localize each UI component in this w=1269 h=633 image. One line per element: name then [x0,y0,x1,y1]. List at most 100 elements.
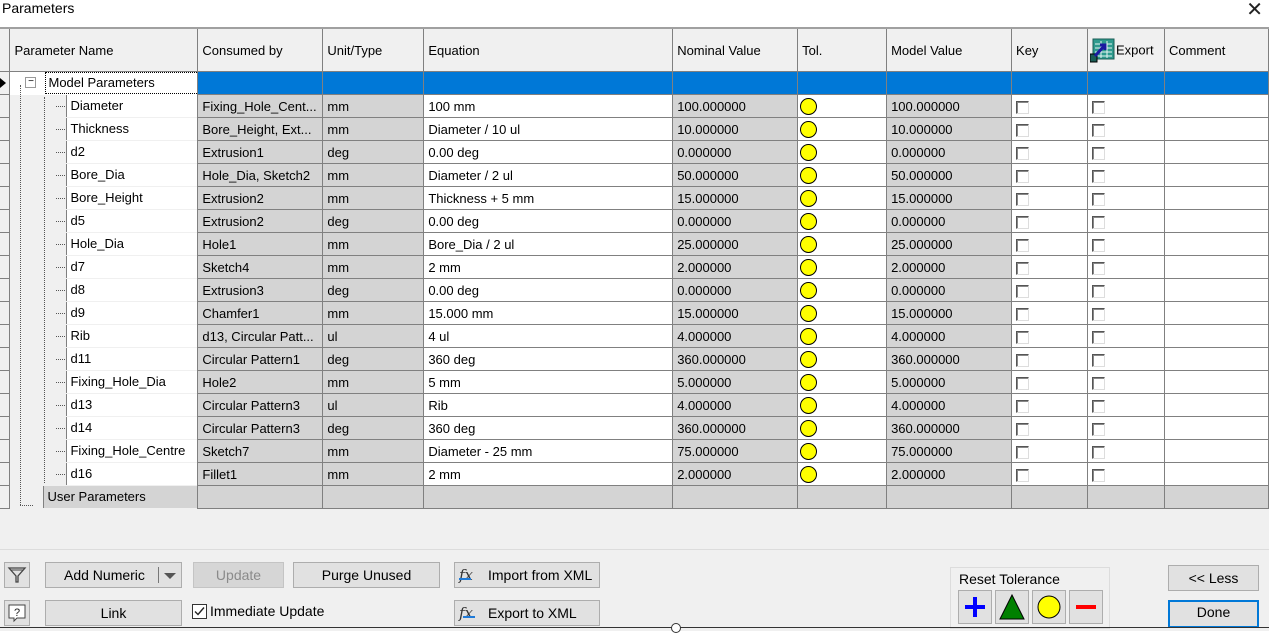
column-header-consumed-by[interactable]: Consumed by [197,29,324,72]
row-header[interactable] [0,209,11,233]
parameter-name-cell[interactable]: Hole_Dia [9,232,198,256]
parameter-name-cell[interactable]: Bore_Dia [9,163,198,187]
parameter-row[interactable]: Bore_Dia Hole_Dia, Sketch2 mm Diameter / 2 … [0,163,1269,187]
parameter-name-cell[interactable]: d8 [9,278,198,302]
group-row-user-parameters[interactable]: User Parameters [0,485,1269,509]
purge-unused-button[interactable]: Purge Unused [293,562,440,588]
export-checkbox[interactable] [1091,307,1105,321]
tolerance-cell[interactable] [797,94,888,118]
export-checkbox[interactable] [1091,284,1105,298]
import-xml-button[interactable]: fx Import from XML [454,562,600,588]
parameter-name-cell[interactable]: d2 [9,140,198,164]
row-header[interactable] [0,393,11,417]
comment-cell[interactable] [1163,301,1269,325]
equation-cell[interactable]: 0.00 deg [423,278,674,302]
parameter-name-cell[interactable]: Thickness [9,117,198,141]
reset-tolerance-lower-button[interactable] [1069,590,1103,624]
less-button[interactable]: << Less [1168,565,1259,591]
link-button[interactable]: Link [45,600,182,626]
key-cell[interactable] [1011,416,1088,440]
equation-cell[interactable]: Rib [423,393,674,417]
equation-cell[interactable]: 5 mm [423,370,674,394]
export-cell[interactable] [1086,186,1165,210]
key-checkbox[interactable] [1016,169,1030,183]
parameter-name[interactable]: d14 [66,416,198,439]
equation-cell[interactable]: 2 mm [423,255,674,279]
parameter-row[interactable]: d8 Extrusion3 deg 0.00 deg 0.000000 0.000000 [0,278,1269,302]
export-cell[interactable] [1086,416,1165,440]
parameter-name[interactable]: Fixing_Hole_Dia [66,370,198,393]
equation-cell[interactable]: Diameter / 2 ul [423,163,674,187]
parameter-row[interactable]: Fixing_Hole_Centre Sketch7 mm Diameter - 25… [0,439,1269,463]
reset-tolerance-upper-button[interactable] [958,590,992,624]
unit-type-cell[interactable]: mm [322,94,425,118]
tolerance-nominal-icon[interactable] [800,396,818,414]
key-cell[interactable] [1011,255,1088,279]
unit-type-cell[interactable]: mm [322,186,425,210]
parameter-row[interactable]: Thickness Bore_Height, Ext... mm Diameter /… [0,117,1269,141]
column-header-key[interactable]: Key [1011,29,1088,72]
parameter-row[interactable]: d16 Fillet1 mm 2 mm 2.000000 2.000000 [0,462,1269,486]
export-checkbox[interactable] [1091,169,1105,183]
row-header[interactable] [0,186,11,210]
comment-cell[interactable] [1163,186,1269,210]
export-checkbox[interactable] [1091,261,1105,275]
reset-tolerance-nominal-button[interactable] [1032,590,1066,624]
key-checkbox[interactable] [1016,376,1030,390]
add-numeric-button[interactable]: Add Numeric [45,562,182,588]
row-header[interactable] [0,439,11,463]
tolerance-nominal-icon[interactable] [800,350,818,368]
tolerance-nominal-icon[interactable] [800,258,818,276]
row-header[interactable] [0,416,11,440]
key-cell[interactable] [1011,232,1088,256]
tolerance-nominal-icon[interactable] [800,442,818,460]
export-checkbox[interactable] [1091,238,1105,252]
parameter-name-cell[interactable]: d7 [9,255,198,279]
parameter-name-cell[interactable]: Bore_Height [9,186,198,210]
export-cell[interactable] [1086,439,1165,463]
export-checkbox[interactable] [1091,422,1105,436]
row-header[interactable] [0,71,11,95]
row-header[interactable] [0,370,11,394]
immediate-update-check-icon[interactable] [192,604,207,619]
key-cell[interactable] [1011,301,1088,325]
equation-cell[interactable]: Thickness + 5 mm [423,186,674,210]
row-header[interactable] [0,117,11,141]
parameter-name[interactable]: Hole_Dia [66,232,198,255]
tolerance-nominal-icon[interactable] [800,281,818,299]
comment-cell[interactable] [1163,347,1269,371]
row-header[interactable] [0,140,11,164]
parameter-name-cell[interactable]: d13 [9,393,198,417]
tolerance-cell[interactable] [797,416,888,440]
tolerance-cell[interactable] [797,324,888,348]
unit-type-cell[interactable]: mm [322,117,425,141]
export-checkbox[interactable] [1091,353,1105,367]
unit-type-cell[interactable]: mm [322,301,425,325]
parameter-row[interactable]: Hole_Dia Hole1 mm Bore_Dia / 2 ul 25.000000 2… [0,232,1269,256]
key-cell[interactable] [1011,393,1088,417]
parameter-name[interactable]: d11 [66,347,198,370]
done-button[interactable]: Done [1168,600,1259,628]
key-checkbox[interactable] [1016,353,1030,367]
parameter-name-cell[interactable]: Diameter [9,94,198,118]
group-cell[interactable]: User Parameters [9,485,198,509]
immediate-update-checkbox[interactable]: Immediate Update [192,603,324,619]
group-label-user-parameters[interactable]: User Parameters [43,485,198,508]
key-checkbox[interactable] [1016,123,1030,137]
update-button[interactable]: Update [193,562,284,588]
equation-cell[interactable]: 360 deg [423,347,674,371]
comment-cell[interactable] [1163,462,1269,486]
key-checkbox[interactable] [1016,146,1030,160]
export-checkbox[interactable] [1091,123,1105,137]
key-cell[interactable] [1011,370,1088,394]
key-checkbox[interactable] [1016,330,1030,344]
group-row-model-parameters[interactable]: − Model Parameters [0,71,1269,95]
reset-tolerance-median-button[interactable] [995,590,1029,624]
export-checkbox[interactable] [1091,100,1105,114]
unit-type-cell[interactable]: mm [322,232,425,256]
key-cell[interactable] [1011,278,1088,302]
parameter-name-cell[interactable]: d16 [9,462,198,486]
column-header-export[interactable]: Export [1086,29,1165,72]
export-cell[interactable] [1086,347,1165,371]
row-header[interactable] [0,301,11,325]
